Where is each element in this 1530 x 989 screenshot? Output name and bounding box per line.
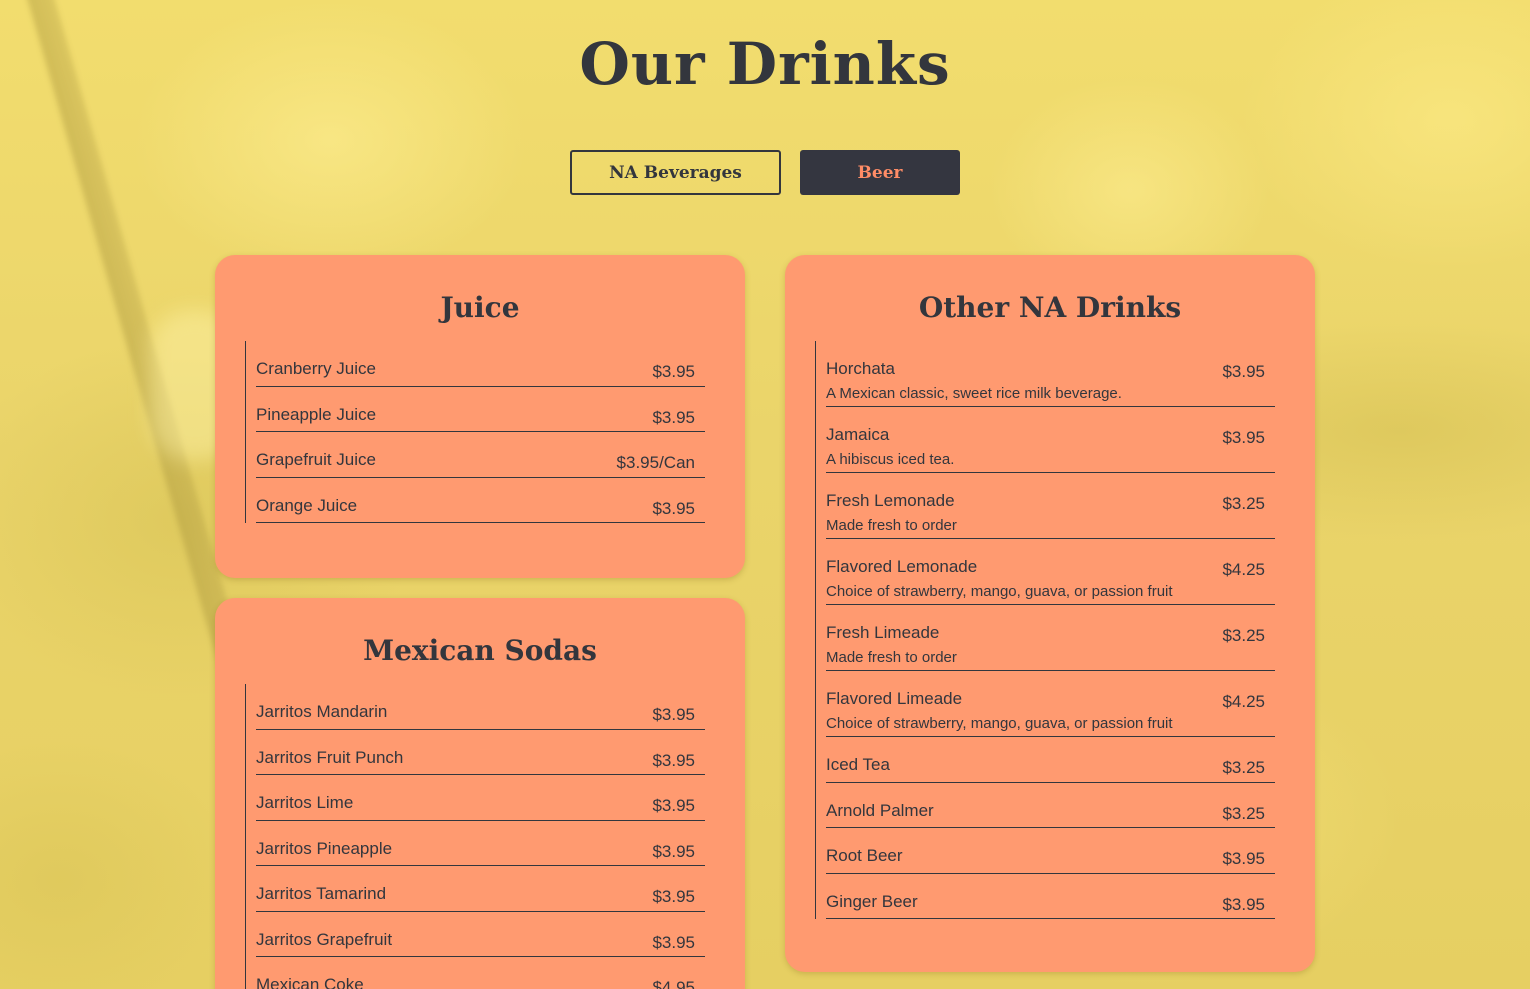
menu-item: Ginger Beer $3.95 xyxy=(826,874,1275,919)
menu-item: Jarritos Fruit Punch $3.95 xyxy=(256,730,705,775)
item-price: $3.95 xyxy=(1222,362,1265,381)
item-name: Root Beer xyxy=(826,846,903,865)
menu-item: Arnold Palmer $3.25 xyxy=(826,783,1275,828)
item-price: $3.95 xyxy=(652,498,695,518)
item-name: Jarritos Mandarin xyxy=(256,702,388,721)
item-price: $3.25 xyxy=(1222,494,1265,513)
menu-item: Jarritos Lime $3.95 xyxy=(256,775,705,821)
item-price: $3.95 xyxy=(1222,894,1265,914)
menu-item: Jarritos Tamarind $3.95 xyxy=(256,866,705,912)
menu-item: Pineapple Juice $3.95 xyxy=(256,387,705,432)
item-name: Orange Juice xyxy=(256,495,358,515)
item-name: Horchata xyxy=(826,359,895,378)
item-price: $3.95 xyxy=(652,362,695,381)
item-price: $3.25 xyxy=(1222,626,1265,645)
menu-item: Jarritos Mandarin $3.95 xyxy=(256,684,705,730)
item-description: Choice of strawberry, mango, guava, or p… xyxy=(826,715,1173,732)
item-name: Mexican Coke xyxy=(256,975,364,989)
mexican-sodas-card: Mexican Sodas Jarritos Mandarin $3.95 Ja… xyxy=(215,598,745,989)
other-na-drinks-card: Other NA Drinks Horchata $3.95 A Mexican… xyxy=(785,255,1315,972)
menu-item: Iced Tea $3.25 xyxy=(826,737,1275,783)
item-name: Jamaica xyxy=(826,425,890,444)
item-price: $3.95 xyxy=(1222,428,1265,447)
item-price: $3.25 xyxy=(1222,803,1265,823)
menu-item: Flavored Lemonade $4.25 Choice of strawb… xyxy=(826,539,1275,605)
item-name: Jarritos Tamarind xyxy=(256,884,387,903)
other-na-drinks-card-title: Other NA Drinks xyxy=(918,291,1182,324)
mexican-sodas-list: Jarritos Mandarin $3.95 Jarritos Fruit P… xyxy=(245,684,705,989)
item-price: $3.95 xyxy=(652,841,695,861)
item-price: $3.95 xyxy=(652,750,695,770)
item-description: Choice of strawberry, mango, guava, or p… xyxy=(826,583,1173,600)
menu-item: Grapefruit Juice $3.95/Can xyxy=(256,432,705,478)
item-price: $3.25 xyxy=(1222,758,1265,777)
page-title: Our Drinks xyxy=(579,30,951,98)
item-name: Iced Tea xyxy=(826,755,890,774)
item-name: Arnold Palmer xyxy=(826,800,934,820)
item-description: Made fresh to order xyxy=(826,517,957,534)
item-name: Jarritos Pineapple xyxy=(256,838,393,858)
item-name: Jarritos Fruit Punch xyxy=(256,747,404,767)
item-name: Fresh Limeade xyxy=(826,623,940,642)
item-price: $4.25 xyxy=(1222,560,1265,579)
menu-item: Root Beer $3.95 xyxy=(826,828,1275,874)
item-price: $3.95 xyxy=(652,407,695,427)
item-description: A Mexican classic, sweet rice milk bever… xyxy=(826,385,1122,402)
menu-item: Fresh Lemonade $3.25 Made fresh to order xyxy=(826,473,1275,539)
item-price: $3.95 xyxy=(652,887,695,906)
mexican-sodas-card-title: Mexican Sodas xyxy=(363,634,597,667)
item-description: Made fresh to order xyxy=(826,649,957,666)
other-na-drinks-list: Horchata $3.95 A Mexican classic, sweet … xyxy=(815,341,1275,919)
menu-item: Mexican Coke $4.95 xyxy=(256,957,705,989)
item-name: Grapefruit Juice xyxy=(256,450,376,469)
menu-item: Fresh Limeade $3.25 Made fresh to order xyxy=(826,605,1275,671)
menu-item: Jarritos Grapefruit $3.95 xyxy=(256,912,705,957)
item-price: $3.95/Can xyxy=(616,453,695,472)
juice-list: Cranberry Juice $3.95 Pineapple Juice $3… xyxy=(245,341,705,523)
item-name: Fresh Lemonade xyxy=(826,491,955,510)
item-price: $4.25 xyxy=(1222,692,1265,711)
item-name: Flavored Lemonade xyxy=(826,557,978,576)
tab-beer[interactable]: Beer xyxy=(800,150,960,195)
item-name: Jarritos Lime xyxy=(256,793,354,812)
juice-card-title: Juice xyxy=(440,291,520,324)
menu-item: Cranberry Juice $3.95 xyxy=(256,341,705,387)
item-name: Ginger Beer xyxy=(826,891,918,911)
item-price: $3.95 xyxy=(1222,849,1265,868)
item-price: $3.95 xyxy=(652,932,695,952)
menu-item: Jarritos Pineapple $3.95 xyxy=(256,821,705,866)
item-name: Flavored Limeade xyxy=(826,689,963,708)
item-price: $3.95 xyxy=(652,705,695,724)
item-description: A hibiscus iced tea. xyxy=(826,451,955,468)
item-price: $3.95 xyxy=(652,796,695,815)
menu-item: Orange Juice $3.95 xyxy=(256,478,705,523)
item-name: Jarritos Grapefruit xyxy=(256,929,393,949)
item-price: $4.95 xyxy=(652,978,695,989)
juice-card: Juice Cranberry Juice $3.95 Pineapple Ju… xyxy=(215,255,745,578)
tab-na-beverages[interactable]: NA Beverages xyxy=(570,150,781,195)
menu-item: Jamaica $3.95 A hibiscus iced tea. xyxy=(826,407,1275,473)
menu-item: Flavored Limeade $4.25 Choice of strawbe… xyxy=(826,671,1275,737)
item-name: Cranberry Juice xyxy=(256,359,376,378)
item-name: Pineapple Juice xyxy=(256,404,377,424)
menu-item: Horchata $3.95 A Mexican classic, sweet … xyxy=(826,341,1275,407)
